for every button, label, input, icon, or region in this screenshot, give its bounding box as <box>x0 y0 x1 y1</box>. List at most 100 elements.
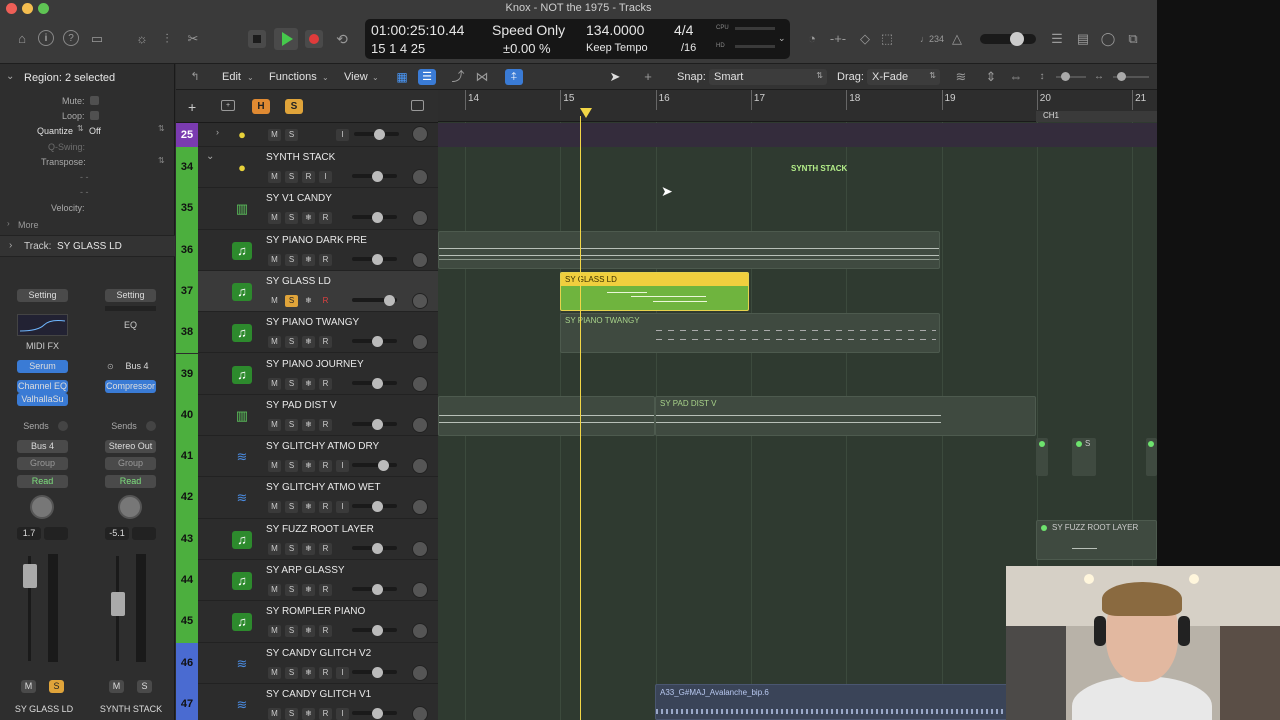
track-name[interactable]: SY FUZZ ROOT LAYER <box>266 524 374 535</box>
volume-fader[interactable] <box>23 564 37 588</box>
record-enable-button[interactable]: R <box>319 666 332 679</box>
track-name[interactable]: SY PAD DIST V <box>266 400 337 411</box>
setting-button[interactable]: Setting <box>105 289 156 302</box>
track-name[interactable]: SY PIANO DARK PRE <box>266 235 367 246</box>
pan-knob[interactable] <box>118 495 142 519</box>
region-glitch-3[interactable] <box>1146 438 1157 476</box>
list-editors-icon[interactable]: ☰ <box>1048 30 1066 48</box>
mute-button[interactable]: M <box>268 418 281 431</box>
freeze-icon[interactable]: ❄ <box>302 666 315 679</box>
freeze-icon[interactable]: ❄ <box>302 294 315 307</box>
track-name[interactable]: SY CANDY GLITCH V2 <box>266 648 371 659</box>
mixer-icon[interactable]: ⫶ <box>158 30 176 48</box>
track-row[interactable]: 25 › ● M S I <box>176 123 438 147</box>
slider-knob[interactable] <box>372 584 383 595</box>
input-monitor-button[interactable]: I <box>336 501 349 514</box>
flex-icon[interactable]: ⋈ <box>473 68 491 86</box>
mute-checkbox[interactable] <box>90 96 99 105</box>
solo-button[interactable]: S <box>285 666 298 679</box>
edit-menu[interactable]: Edit <box>222 71 241 83</box>
ruler[interactable]: 14 15 16 17 18 19 20 21 CH1 <box>438 90 1157 122</box>
toolbar-icon[interactable]: ▭ <box>88 30 106 48</box>
track-volume-slider[interactable] <box>352 377 397 389</box>
slider-knob[interactable] <box>372 171 383 182</box>
track-volume-slider[interactable] <box>352 253 397 265</box>
quick-help-icon[interactable]: ? <box>63 30 79 46</box>
pointer-tool-icon[interactable]: ➤ <box>606 68 624 86</box>
mute-button[interactable]: M <box>268 542 281 555</box>
chevron-down-icon[interactable]: ⌄ <box>778 33 786 44</box>
slider-knob[interactable] <box>372 666 383 678</box>
track-name[interactable]: SY ROMPLER PIANO <box>266 606 365 617</box>
slider-knob[interactable] <box>372 336 383 348</box>
horizontal-zoom-slider[interactable] <box>1113 72 1149 81</box>
freeze-icon[interactable]: ❄ <box>302 212 315 225</box>
browser-icon[interactable]: ⧉ <box>1124 30 1142 48</box>
freeze-icon[interactable]: ❄ <box>302 336 315 349</box>
track-row[interactable]: 39 ♫ SY PIANO JOURNEY M S ❄ R <box>176 353 438 395</box>
solo-button[interactable]: S <box>285 253 298 266</box>
slider-knob[interactable] <box>372 253 383 265</box>
record-enable-button[interactable]: R <box>319 542 332 555</box>
audio-fx-slot-1[interactable]: Compressor <box>105 380 156 393</box>
chevron-updown-icon[interactable]: ⇅ <box>77 124 85 136</box>
view-menu[interactable]: View <box>344 71 368 83</box>
mute-button[interactable]: M <box>268 501 281 514</box>
grid-view-icon[interactable]: ▦ <box>393 68 411 86</box>
loop-checkbox[interactable] <box>90 111 99 120</box>
master-volume-knob[interactable] <box>1010 32 1024 46</box>
mute-button[interactable]: M <box>109 680 124 693</box>
track-volume-slider[interactable] <box>352 707 397 719</box>
playhead-handle[interactable] <box>580 108 592 118</box>
pan-knob[interactable] <box>412 499 428 516</box>
solo-global-button[interactable]: S <box>285 99 303 114</box>
automation-mode[interactable]: Read <box>17 475 68 488</box>
track-row[interactable]: 40 ▥ SY PAD DIST V M S ❄ R <box>176 394 438 437</box>
metronome-icon[interactable]: △ <box>948 30 966 48</box>
input-monitor-button[interactable]: I <box>319 171 332 183</box>
input-monitor-button[interactable]: I <box>336 666 349 679</box>
mute-button[interactable]: M <box>268 212 281 225</box>
mute-button[interactable]: M <box>268 336 281 349</box>
solo-button[interactable]: S <box>137 680 152 693</box>
send-knob[interactable] <box>58 421 68 431</box>
lcd-display[interactable]: 01:00:25:10.44 15 1 4 25 Speed Only ±0.0… <box>365 19 790 59</box>
library-icon[interactable]: ⌂ <box>13 30 31 48</box>
record-enable-button[interactable]: R <box>319 336 332 349</box>
editors-icon[interactable]: ✂ <box>184 30 202 48</box>
list-view-icon[interactable]: ☰ <box>418 69 436 85</box>
region-glitch-2[interactable]: S <box>1072 438 1096 476</box>
track-volume-slider[interactable] <box>352 460 397 472</box>
pan-knob[interactable] <box>412 292 428 309</box>
track-volume-slider[interactable] <box>352 584 397 595</box>
track-name[interactable]: SY PIANO TWANGY <box>266 317 359 328</box>
solo-button[interactable]: S <box>285 584 298 596</box>
hide-button[interactable]: H <box>252 99 270 114</box>
setting-button[interactable]: Setting <box>17 289 68 302</box>
pan-knob[interactable] <box>412 540 428 557</box>
mute-button[interactable]: M <box>21 680 36 693</box>
chevron-down-icon[interactable]: ⌄ <box>206 151 214 162</box>
mute-button[interactable]: M <box>268 460 281 473</box>
track-row[interactable]: 43 ♫ SY FUZZ ROOT LAYER M S ❄ R <box>176 518 438 560</box>
track-row[interactable]: 35 ▥ SY V1 CANDY M S ❄ R <box>176 188 438 230</box>
track-volume-slider[interactable] <box>354 129 399 140</box>
audio-fx-slot-2[interactable]: ValhallaSu <box>17 393 68 406</box>
mute-button[interactable]: M <box>268 584 281 596</box>
marker-label[interactable]: CH1 <box>1043 111 1059 120</box>
solo-button[interactable]: S <box>285 418 298 431</box>
track-volume-slider[interactable] <box>352 212 397 224</box>
mute-button[interactable]: M <box>268 377 281 390</box>
automation-mode[interactable]: Read <box>105 475 156 488</box>
region-piano-twangy[interactable]: SY PIANO TWANGY <box>560 313 940 353</box>
track-name[interactable]: SY ARP GLASSY <box>266 565 345 576</box>
track-volume-slider[interactable] <box>352 542 397 554</box>
catch-icon[interactable]: ↰ <box>186 68 204 86</box>
record-enable-button[interactable]: R <box>319 460 332 473</box>
solo-button[interactable]: S <box>285 294 298 307</box>
track-section-header[interactable]: › Track: SY GLASS LD <box>0 235 175 257</box>
track-name[interactable]: SY GLITCHY ATMO WET <box>266 482 380 493</box>
drag-select[interactable]: X-Fade ⇅ <box>867 69 940 85</box>
solo-button[interactable]: S <box>285 460 298 473</box>
pan-knob[interactable] <box>412 664 428 681</box>
